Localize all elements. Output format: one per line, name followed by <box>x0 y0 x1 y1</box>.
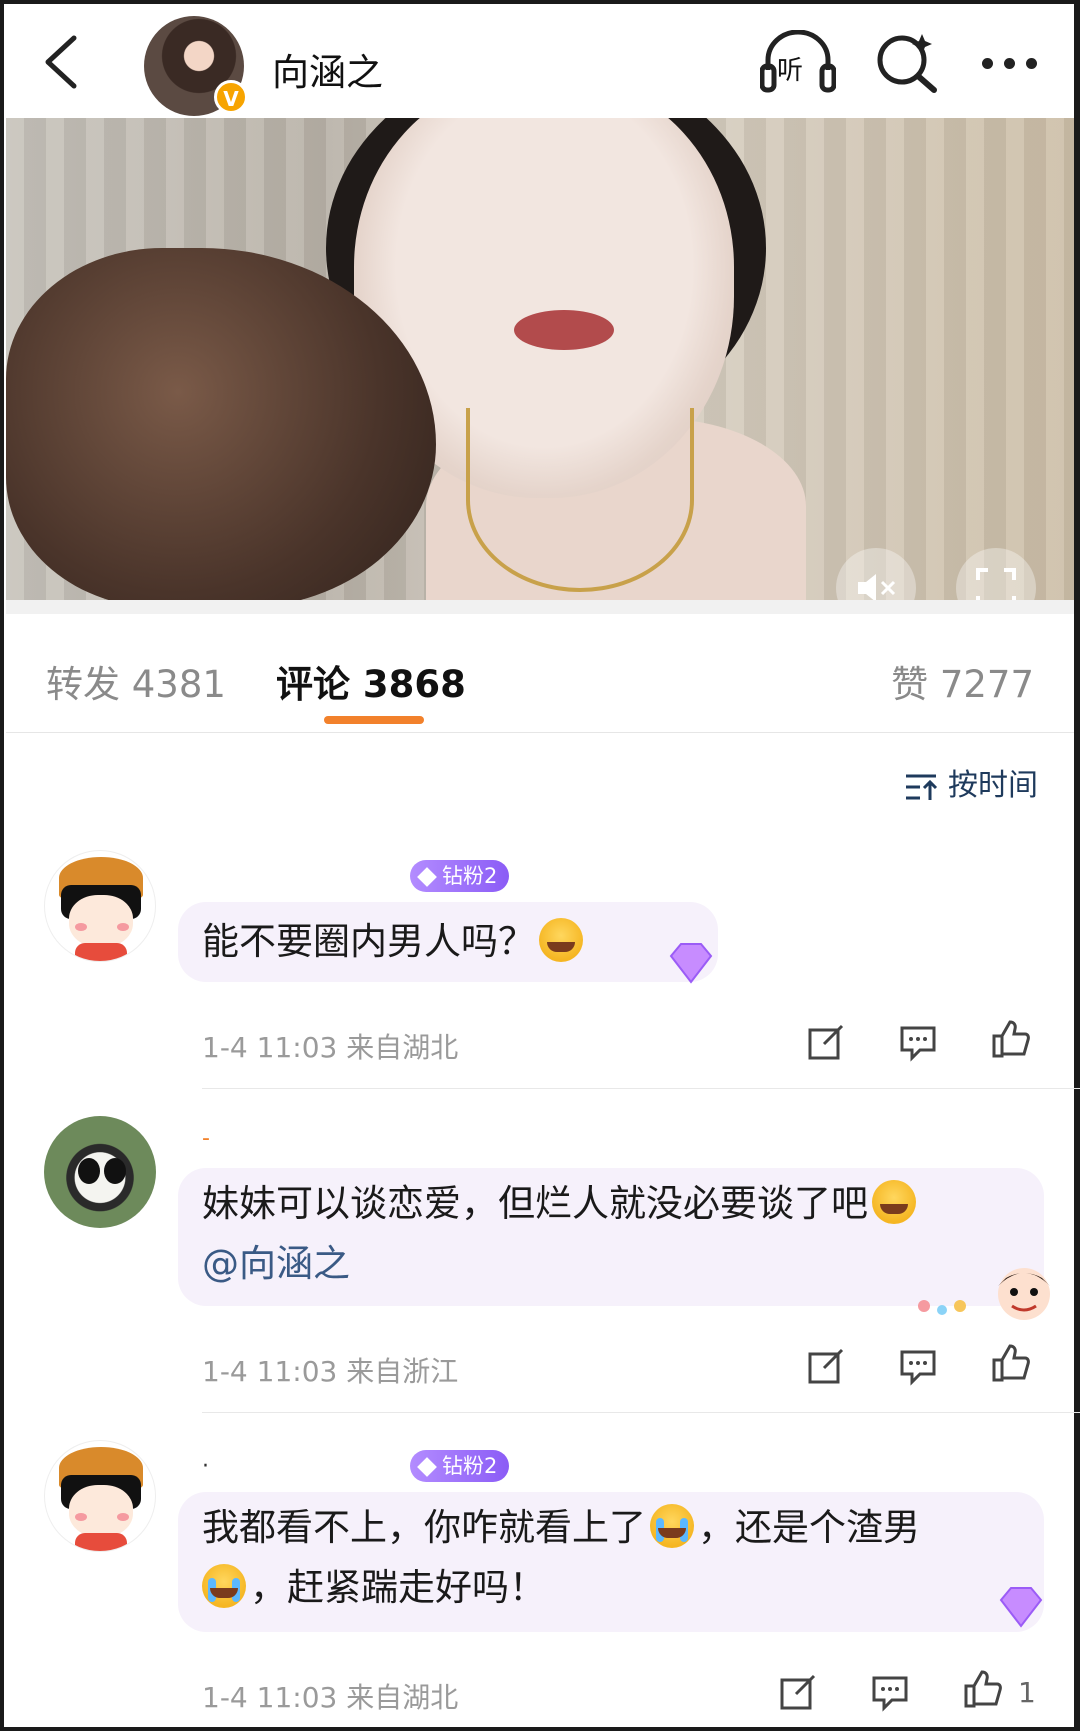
tab-like[interactable]: 赞 7277 <box>891 654 1034 708</box>
ai-search-icon[interactable] <box>874 30 940 94</box>
headphones-icon[interactable]: 听 <box>759 29 837 94</box>
comment-text-line-2: ，赶紧踹走好吗！ <box>202 1558 546 1618</box>
sort-icon <box>906 774 938 800</box>
video-player[interactable] <box>6 118 1074 600</box>
listen-label: 听 <box>777 56 804 86</box>
comment-meta: 1-4 11:03 来自湖北 <box>202 1031 459 1064</box>
tab-repost[interactable]: 转发 4381 <box>46 654 226 708</box>
comment-item: 钻粉2 能不要圈内男人吗？ 1-4 11:03 来自湖北 <box>6 850 1080 1090</box>
comment-body-part-2: ，还是个渣男 <box>698 1506 920 1549</box>
commenter-avatar[interactable] <box>44 850 156 962</box>
reply-icon[interactable] <box>898 1022 938 1062</box>
fan-level-badge: 钻粉2 <box>410 860 510 892</box>
like-icon[interactable] <box>962 1668 1002 1708</box>
comment-item: · 钻粉2 我都看不上，你咋就看上了 ，还是个渣男 ，赶紧踹走好吗！ 1-4 11… <box>6 1440 1074 1730</box>
comment-meta: 1-4 11:03 来自浙江 <box>202 1355 459 1388</box>
speaker-muted-icon <box>858 574 896 600</box>
reply-icon[interactable] <box>898 1346 938 1386</box>
laugh-cry-emoji-icon <box>539 918 583 962</box>
video-figure-necklace <box>466 408 694 592</box>
author-avatar[interactable]: V <box>144 16 248 116</box>
commenter-avatar[interactable] <box>44 1116 156 1228</box>
like-count: 1 <box>1018 1676 1036 1709</box>
comment-divider <box>202 1412 1080 1413</box>
comment-body-part-3: ，赶紧踹走好吗！ <box>250 1566 546 1609</box>
laugh-cry-emoji-icon <box>872 1180 916 1224</box>
fullscreen-icon <box>976 568 1016 600</box>
author-name[interactable]: 向涵之 <box>272 42 383 96</box>
interaction-tabs: 转发 4381 评论 3868 赞 7277 <box>6 614 1074 733</box>
fan-level-badge: 钻粉2 <box>410 1450 510 1482</box>
repost-icon[interactable] <box>778 1672 818 1712</box>
crying-emoji-icon <box>202 1564 246 1608</box>
mention-link[interactable]: @向涵之 <box>202 1234 350 1294</box>
top-bar: V 向涵之 听 <box>6 6 1074 118</box>
repost-icon[interactable] <box>806 1022 846 1062</box>
comment-divider <box>202 1088 1080 1089</box>
diamond-decoration-icon <box>999 1587 1043 1628</box>
diamond-icon <box>417 1457 437 1477</box>
cartoon-sticker-decoration-icon <box>918 1268 1050 1320</box>
diamond-icon <box>417 867 437 887</box>
comment-body: 妹妹可以谈恋爱，但烂人就没必要谈了吧 <box>202 1182 868 1225</box>
crying-emoji-icon <box>650 1504 694 1548</box>
comment-body: 能不要圈内男人吗？ <box>202 920 535 963</box>
sort-label: 按时间 <box>948 768 1038 803</box>
comment-item: - 妹妹可以谈恋爱，但烂人就没必要谈了吧 @向涵之 1-4 11:03 来自浙江 <box>6 1116 1080 1416</box>
comment-text: 能不要圈内男人吗？ <box>202 912 587 972</box>
more-icon[interactable] <box>974 30 1044 94</box>
comment-body-part-1: 我都看不上，你咋就看上了 <box>202 1506 646 1549</box>
repost-icon[interactable] <box>806 1346 846 1386</box>
tab-comment[interactable]: 评论 3868 <box>276 654 466 708</box>
comment-text: 妹妹可以谈恋爱，但烂人就没必要谈了吧 <box>202 1174 920 1234</box>
commenter-avatar[interactable] <box>44 1440 156 1552</box>
diamond-decoration-icon <box>669 943 713 984</box>
reply-icon[interactable] <box>870 1672 910 1712</box>
comment-meta: 1-4 11:03 来自湖北 <box>202 1681 459 1714</box>
comment-text-line-1: 我都看不上，你咋就看上了 ，还是个渣男 <box>202 1498 920 1558</box>
back-icon[interactable] <box>36 32 86 92</box>
commenter-name[interactable]: - <box>202 1126 210 1151</box>
verified-badge: V <box>214 80 248 114</box>
badge-label: 钻粉2 <box>442 1454 498 1478</box>
video-figure-lips <box>514 310 614 350</box>
sort-toggle[interactable]: 按时间 <box>904 760 1038 803</box>
commenter-name[interactable]: · <box>202 1454 209 1479</box>
like-icon[interactable] <box>990 1018 1030 1058</box>
badge-label: 钻粉2 <box>442 864 498 888</box>
active-tab-indicator <box>324 716 424 724</box>
section-gap <box>6 600 1074 614</box>
like-icon[interactable] <box>990 1342 1030 1382</box>
